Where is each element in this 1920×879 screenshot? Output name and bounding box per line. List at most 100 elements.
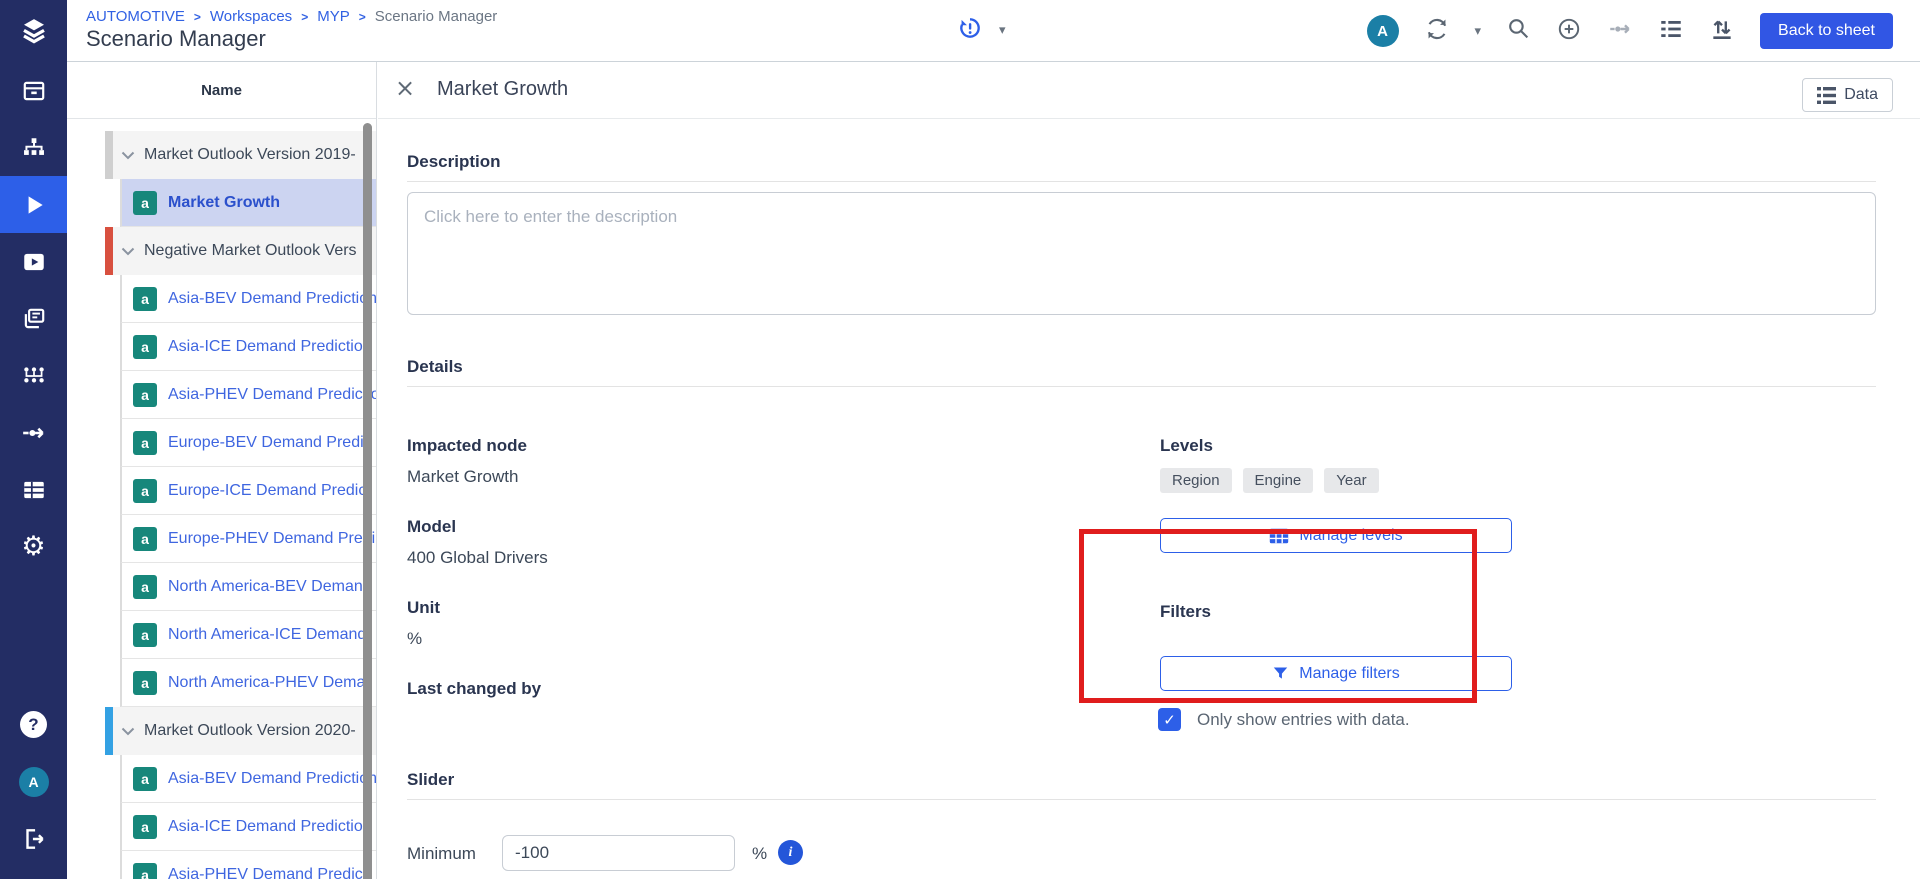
levels-label: Levels (1160, 436, 1213, 456)
filter-icon (1272, 665, 1289, 682)
assumption-icon: a (133, 335, 157, 359)
assumption-icon: a (133, 767, 157, 791)
add-icon[interactable] (1556, 16, 1582, 47)
manage-filters-button[interactable]: Manage filters (1160, 656, 1512, 691)
unit-value: % (407, 629, 422, 649)
tree-group-market-outlook-2020[interactable]: Market Outlook Version 2020- (105, 707, 376, 755)
info-icon[interactable]: i (778, 840, 803, 865)
assumption-icon: a (133, 863, 157, 879)
breadcrumb-workspaces[interactable]: Workspaces (210, 8, 292, 25)
tree-group-market-outlook-2019[interactable]: Market Outlook Version 2019- (105, 131, 376, 179)
check-icon: ✓ (1163, 711, 1176, 729)
tree-item[interactable]: a North America-BEV Demand (120, 563, 376, 611)
chevron-down-icon (121, 151, 135, 160)
table-icon (1269, 528, 1289, 544)
data-button[interactable]: Data (1802, 78, 1893, 112)
data-grid-icon (1817, 87, 1836, 104)
tree-item[interactable]: a Europe-ICE Demand Predict (120, 467, 376, 515)
tree-rows: Market Outlook Version 2019- a Market Gr… (67, 131, 376, 879)
group-color-bar (105, 227, 113, 275)
restore-icon[interactable] (957, 15, 983, 46)
assumption-icon: a (133, 575, 157, 599)
assumption-icon: a (133, 671, 157, 695)
tree-item-label: Asia-PHEV Demand Predictio (168, 386, 376, 404)
tree-scrollbar[interactable] (363, 123, 372, 879)
assumption-icon: a (133, 287, 157, 311)
model-value: 400 Global Drivers (407, 548, 548, 568)
tree-column-header: Name (67, 62, 376, 119)
list-icon[interactable] (1658, 16, 1684, 47)
sort-icon[interactable] (1709, 16, 1735, 47)
refresh-icon[interactable] (1424, 16, 1450, 47)
caret-down-icon[interactable]: ▾ (1475, 24, 1482, 39)
org-chart-icon[interactable] (0, 119, 67, 176)
network-icon[interactable] (0, 347, 67, 404)
tree-item-label: Asia-ICE Demand Prediction (168, 818, 372, 836)
data-button-label: Data (1844, 86, 1878, 104)
section-divider (407, 386, 1876, 387)
arrow-forward-icon[interactable] (0, 404, 67, 461)
copy-icon[interactable] (0, 290, 67, 347)
tree-item[interactable]: a Asia-ICE Demand Prediction (120, 803, 376, 851)
only-show-entries-checkbox[interactable]: ✓ (1158, 708, 1181, 731)
center-tools: ▾ (957, 15, 1006, 46)
avatar[interactable]: A (1367, 15, 1399, 47)
close-icon[interactable]: × (395, 74, 415, 102)
assumption-detail-panel: × Market Growth Data Description Details… (378, 62, 1920, 879)
caret-down-icon[interactable]: ▾ (999, 23, 1006, 38)
chevron-down-icon (121, 727, 135, 736)
logo-icon (0, 0, 67, 62)
tree-item-market-growth[interactable]: a Market Growth (120, 179, 376, 227)
gear-icon[interactable]: ⚙ (0, 518, 67, 575)
play-icon[interactable] (0, 176, 67, 233)
tree-item-label: North America-PHEV Demar (168, 674, 371, 692)
tree-item[interactable]: a Asia-PHEV Demand Predictio (120, 371, 376, 419)
video-icon[interactable] (0, 233, 67, 290)
chevron-right-icon: > (301, 10, 308, 24)
breadcrumb-automotive[interactable]: AUTOMOTIVE (86, 8, 185, 25)
tree-item-label: Europe-BEV Demand Predic (168, 434, 372, 452)
search-icon[interactable] (1506, 16, 1531, 46)
tree-item[interactable]: a Asia-PHEV Demand Predicti (120, 851, 376, 879)
tree-item[interactable]: a North America-PHEV Demar (120, 659, 376, 707)
logout-icon[interactable] (0, 810, 67, 867)
minimum-input[interactable] (502, 835, 735, 871)
breadcrumb-current: Scenario Manager (375, 8, 498, 25)
sidebar-avatar[interactable]: A (0, 753, 67, 810)
breadcrumb: AUTOMOTIVE > Workspaces > MYP > Scenario… (86, 8, 497, 25)
back-to-sheet-button[interactable]: Back to sheet (1760, 13, 1893, 49)
tree-item[interactable]: a Asia-ICE Demand Prediction (120, 323, 376, 371)
tree-group-negative-market-outlook[interactable]: Negative Market Outlook Vers (105, 227, 376, 275)
level-chip-year: Year (1324, 468, 1378, 493)
assumption-icon: a (133, 431, 157, 455)
tree-item-label: North America-BEV Demand (168, 578, 372, 596)
tree-group-label: Market Outlook Version 2020- (144, 722, 356, 740)
page-title: Scenario Manager (86, 26, 266, 52)
archive-icon[interactable] (0, 62, 67, 119)
slider-section-label: Slider (407, 770, 454, 790)
tree-item-label: Asia-ICE Demand Prediction (168, 338, 372, 356)
assumption-title: Market Growth (437, 78, 568, 101)
help-icon[interactable]: ? (0, 696, 67, 753)
tree-group-label: Market Outlook Version 2019- (144, 146, 356, 164)
tree-item-label: Asia-BEV Demand Prediction (168, 770, 376, 788)
only-show-entries-label: Only show entries with data. (1197, 710, 1410, 730)
last-changed-by-label: Last changed by (407, 679, 541, 699)
tree-item[interactable]: a Europe-PHEV Demand Predi (120, 515, 376, 563)
tree-item[interactable]: a North America-ICE Demand (120, 611, 376, 659)
table-icon[interactable] (0, 461, 67, 518)
tree-item-label: Asia-PHEV Demand Predicti (168, 866, 371, 879)
breadcrumb-myp[interactable]: MYP (317, 8, 350, 25)
assumption-icon: a (133, 383, 157, 407)
only-show-entries-row: ✓ Only show entries with data. (1158, 708, 1410, 731)
manage-levels-button[interactable]: Manage levels (1160, 518, 1512, 553)
group-color-bar (105, 707, 113, 755)
section-divider (407, 799, 1876, 800)
assumption-icon: a (133, 527, 157, 551)
level-chip-engine: Engine (1243, 468, 1314, 493)
tree-item[interactable]: a Asia-BEV Demand Prediction (120, 755, 376, 803)
tree-item[interactable]: a Asia-BEV Demand Prediction (120, 275, 376, 323)
tree-item[interactable]: a Europe-BEV Demand Predic (120, 419, 376, 467)
description-textarea[interactable] (407, 192, 1876, 315)
filters-label: Filters (1160, 602, 1211, 622)
